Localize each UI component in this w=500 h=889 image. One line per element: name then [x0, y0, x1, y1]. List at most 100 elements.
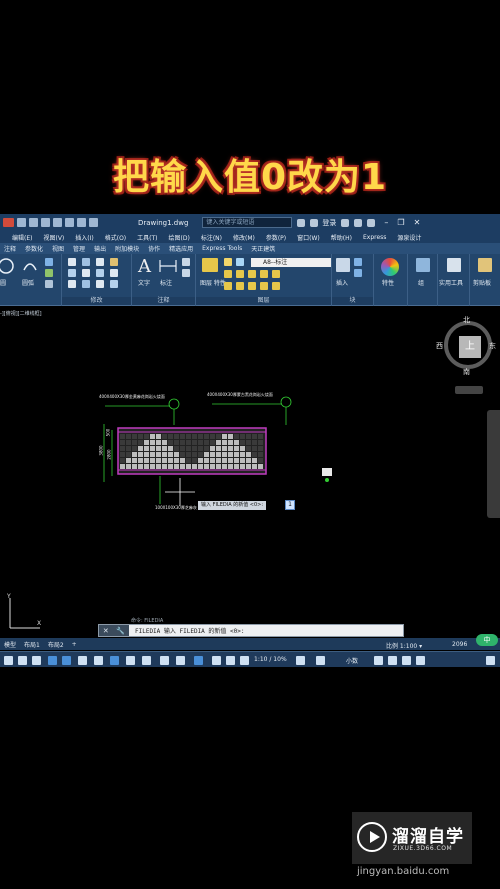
- selection-cycle-icon[interactable]: [126, 656, 135, 665]
- unit-style[interactable]: 小数: [346, 656, 358, 665]
- layer-tool-6-icon[interactable]: [224, 282, 232, 290]
- new-icon[interactable]: [17, 218, 26, 227]
- stretch-icon[interactable]: [68, 280, 76, 288]
- drawing-canvas[interactable]: [0, 380, 500, 520]
- help-icon[interactable]: [367, 218, 376, 227]
- menu-view[interactable]: 视图(V): [43, 233, 64, 242]
- compass-south[interactable]: 南: [463, 367, 470, 377]
- scale-icon[interactable]: [82, 280, 90, 288]
- tab-model[interactable]: 模型: [0, 640, 20, 649]
- calculator-icon[interactable]: [447, 258, 461, 272]
- search-input[interactable]: 键入关键字或短语: [202, 217, 293, 228]
- tab-tangent[interactable]: 天正建筑: [251, 244, 275, 253]
- layer-tool-1-icon[interactable]: [224, 270, 232, 278]
- 3d-osnap-icon[interactable]: [142, 656, 151, 665]
- table-icon[interactable]: [182, 269, 190, 277]
- osnap-icon[interactable]: [62, 656, 71, 665]
- trim-icon[interactable]: [96, 258, 104, 266]
- clean-screen-icon[interactable]: [402, 656, 411, 665]
- layer-dropdown[interactable]: A8--标注: [251, 258, 331, 267]
- leader-icon[interactable]: [182, 258, 190, 266]
- layers-group-label[interactable]: 图层: [196, 297, 331, 305]
- command-text[interactable]: FILEDIA 输入 FILEDIA 的新值 <0>:: [135, 626, 244, 635]
- share-icon[interactable]: [354, 218, 363, 227]
- annotation-group-label[interactable]: 注释: [132, 297, 195, 305]
- tab-layout2[interactable]: 布局2: [44, 640, 68, 649]
- array-icon[interactable]: [96, 280, 104, 288]
- save-icon[interactable]: [41, 218, 50, 227]
- layer-properties-icon[interactable]: [202, 258, 218, 272]
- layer-tool-2-icon[interactable]: [236, 270, 244, 278]
- layer-tool-10-icon[interactable]: [272, 282, 280, 290]
- menu-more-icon[interactable]: [486, 656, 495, 665]
- clipboard-icon[interactable]: [478, 258, 492, 272]
- cart-icon[interactable]: [341, 218, 350, 227]
- user-icon[interactable]: [310, 218, 319, 227]
- text-icon[interactable]: A: [138, 256, 151, 277]
- menu-help[interactable]: 帮助(H): [331, 233, 352, 242]
- open-icon[interactable]: [29, 218, 38, 227]
- workspace-gear-icon[interactable]: [296, 656, 305, 665]
- annotation-monitor-icon[interactable]: [176, 656, 185, 665]
- group-icon[interactable]: [416, 258, 430, 272]
- dimension-icon[interactable]: [158, 258, 178, 274]
- isolate-icon[interactable]: [374, 656, 383, 665]
- menu-yuanquan[interactable]: 源泉设计: [397, 233, 421, 242]
- tab-collaborate[interactable]: 协作: [148, 244, 160, 253]
- tab-layout1[interactable]: 布局1: [20, 640, 44, 649]
- menu-edit[interactable]: 编辑(E): [12, 233, 32, 242]
- annotation-visibility-icon[interactable]: [226, 656, 235, 665]
- customization-icon[interactable]: [416, 656, 425, 665]
- compass-west[interactable]: 西: [436, 341, 443, 351]
- tab-featured[interactable]: 精选应用: [169, 244, 193, 253]
- close-command-icon[interactable]: ✕: [103, 627, 109, 635]
- transparency-icon[interactable]: [110, 656, 119, 665]
- tab-output[interactable]: 输出: [94, 244, 106, 253]
- menu-dimension[interactable]: 标注(N): [201, 233, 222, 242]
- viewcube[interactable]: 上 北 南 西 东: [436, 315, 496, 377]
- command-line[interactable]: ✕ 🔧 FILEDIA 输入 FILEDIA 的新值 <0>:: [98, 624, 404, 637]
- erase-icon[interactable]: [110, 258, 118, 266]
- create-block-icon[interactable]: [354, 258, 362, 266]
- layer-tool-5-icon[interactable]: [272, 270, 280, 278]
- customize-icon[interactable]: 🔧: [116, 627, 125, 635]
- layer-tool-3-icon[interactable]: [248, 270, 256, 278]
- tab-view[interactable]: 视图: [52, 244, 64, 253]
- close-icon[interactable]: ✕: [414, 218, 421, 227]
- quick-props-icon[interactable]: [212, 656, 221, 665]
- sun-icon[interactable]: [236, 258, 244, 266]
- viewcube-top-face[interactable]: 上: [459, 336, 481, 358]
- offset-icon[interactable]: [110, 280, 118, 288]
- lightbulb-icon[interactable]: [224, 258, 232, 266]
- menu-parametric[interactable]: 参数(P): [266, 233, 286, 242]
- menu-format[interactable]: 格式(O): [105, 233, 126, 242]
- minimize-icon[interactable]: –: [384, 218, 388, 227]
- grid-icon[interactable]: [4, 656, 13, 665]
- insert-block-icon[interactable]: [336, 258, 350, 272]
- color-wheel-icon[interactable]: [381, 258, 399, 276]
- menu-window[interactable]: 窗口(W): [297, 233, 320, 242]
- login-button[interactable]: 登录: [322, 218, 336, 228]
- mirror-icon[interactable]: [82, 269, 90, 277]
- binoculars-icon[interactable]: [297, 218, 306, 227]
- hardware-accel-icon[interactable]: [388, 656, 397, 665]
- undo-icon[interactable]: [77, 218, 86, 227]
- rotate-icon[interactable]: [82, 258, 90, 266]
- menu-tools[interactable]: 工具(T): [137, 233, 157, 242]
- hatch-icon[interactable]: [45, 269, 53, 277]
- arc-icon[interactable]: [22, 258, 38, 272]
- compass-east[interactable]: 东: [489, 341, 496, 351]
- tab-express-tools[interactable]: Express Tools: [202, 245, 242, 252]
- annotation-scale[interactable]: 比例 1:100 ▾: [386, 641, 422, 650]
- redo-icon[interactable]: [89, 218, 98, 227]
- polar-icon[interactable]: [48, 656, 57, 665]
- print-icon[interactable]: [65, 218, 74, 227]
- circle-icon[interactable]: [0, 257, 18, 275]
- restore-icon[interactable]: ❐: [397, 218, 404, 227]
- layer-tool-4-icon[interactable]: [260, 270, 268, 278]
- block-group-label[interactable]: 块: [332, 297, 373, 305]
- snap-icon[interactable]: [18, 656, 27, 665]
- units-icon[interactable]: [194, 656, 203, 665]
- modify-group-label[interactable]: 修改: [62, 297, 131, 305]
- save-as-icon[interactable]: [53, 218, 62, 227]
